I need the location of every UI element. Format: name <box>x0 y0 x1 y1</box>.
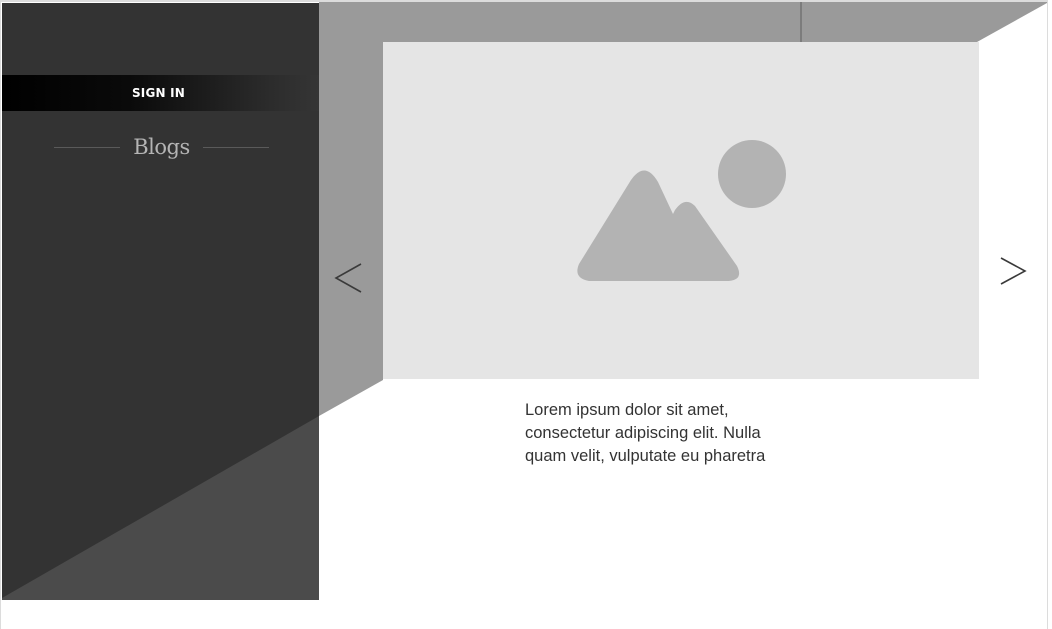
signin-button[interactable]: SIGN IN <box>2 75 319 111</box>
carousel-caption: Lorem ipsum dolor sit amet, consectetur … <box>525 399 815 468</box>
page-border-left <box>0 0 1 629</box>
caption-line: quam velit, vulputate eu pharetra <box>525 447 766 465</box>
top-band <box>319 2 1047 42</box>
blogs-divider-right <box>202 146 269 148</box>
carousel-prev-button[interactable] <box>330 258 370 298</box>
side-band <box>319 42 383 416</box>
caption-line: Lorem ipsum dolor sit amet, <box>525 401 729 419</box>
chevron-right-icon <box>1000 257 1027 285</box>
sun-shape <box>718 140 786 208</box>
carousel-next-button[interactable] <box>994 251 1034 291</box>
page-border-top <box>0 0 1048 2</box>
blogs-divider-left <box>54 146 120 148</box>
image-placeholder-icon <box>577 140 786 282</box>
page-border-right <box>1047 0 1048 629</box>
blogs-heading: Blogs <box>54 130 269 164</box>
signin-label: SIGN IN <box>131 86 186 100</box>
page: SIGN IN Blogs Lorem ipsum dolor sit amet… <box>0 0 1052 629</box>
carousel-image[interactable] <box>383 42 979 379</box>
caption-line: consectetur adipiscing elit. Nulla <box>525 424 761 442</box>
blogs-label[interactable]: Blogs <box>133 135 190 159</box>
mountain-shape <box>577 170 740 282</box>
chevron-left-icon <box>334 263 362 293</box>
